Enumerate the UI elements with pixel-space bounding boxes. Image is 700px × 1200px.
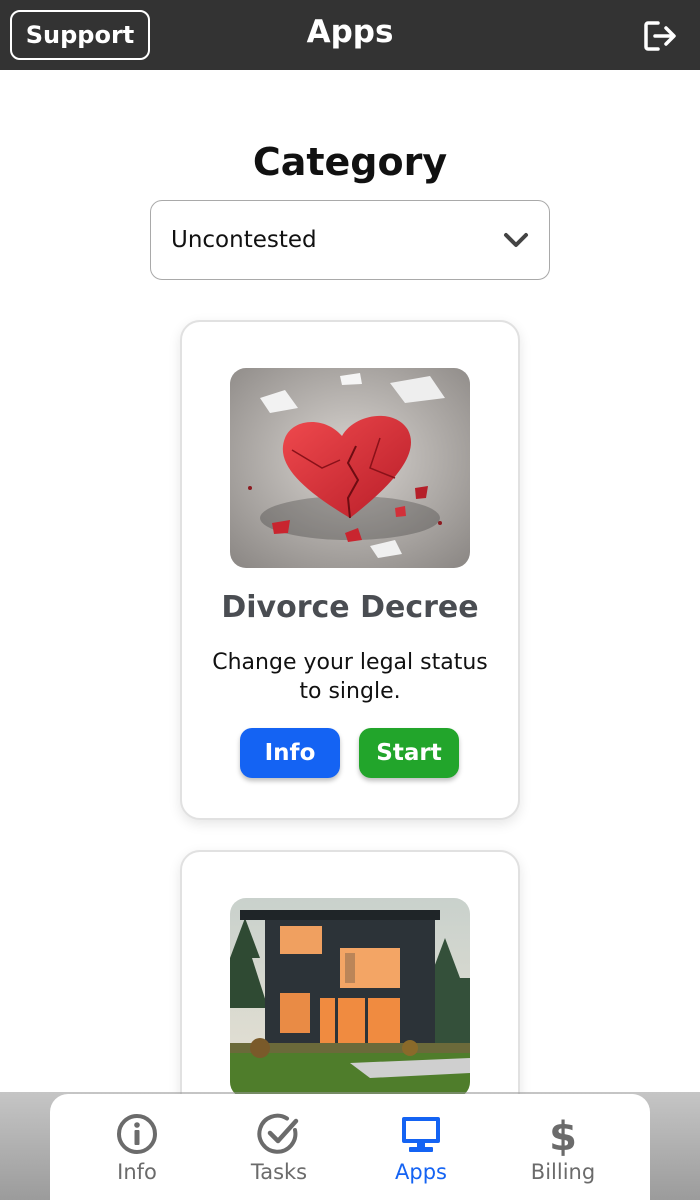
- info-circle-icon: [117, 1114, 157, 1154]
- dollar-icon: $: [549, 1114, 577, 1156]
- bottom-tab-bar: Info Tasks Apps $ Billing: [50, 1094, 650, 1200]
- modern-house-image: [230, 898, 470, 1098]
- tab-label: Apps: [395, 1160, 447, 1184]
- broken-heart-image: [230, 368, 470, 568]
- start-button[interactable]: Start: [359, 728, 459, 778]
- chevron-down-icon[interactable]: [502, 228, 530, 252]
- page-title: Apps: [306, 14, 394, 50]
- tab-label: Tasks: [250, 1160, 308, 1184]
- category-select-value: Uncontested: [171, 227, 317, 253]
- tab-info[interactable]: Info: [66, 1094, 208, 1200]
- tab-tasks[interactable]: Tasks: [208, 1094, 350, 1200]
- check-circle-icon: [257, 1113, 299, 1154]
- tab-label: Billing: [530, 1160, 596, 1184]
- card-title: Divorce Decree: [221, 590, 479, 625]
- info-button[interactable]: Info: [240, 728, 340, 778]
- app-header: Support Apps: [0, 0, 700, 70]
- tab-billing[interactable]: $ Billing: [492, 1094, 634, 1200]
- svg-text:$: $: [549, 1114, 577, 1156]
- logout-icon[interactable]: [642, 18, 678, 54]
- card-description: Change your legal status to single.: [212, 650, 488, 704]
- tab-label: Info: [117, 1160, 157, 1184]
- category-select[interactable]: Uncontested: [150, 200, 550, 280]
- category-heading: Category: [252, 140, 448, 184]
- tab-apps[interactable]: Apps: [350, 1094, 492, 1200]
- app-card-divorce-decree: Divorce Decree Change your legal status …: [180, 320, 520, 820]
- monitor-icon: [402, 1117, 440, 1152]
